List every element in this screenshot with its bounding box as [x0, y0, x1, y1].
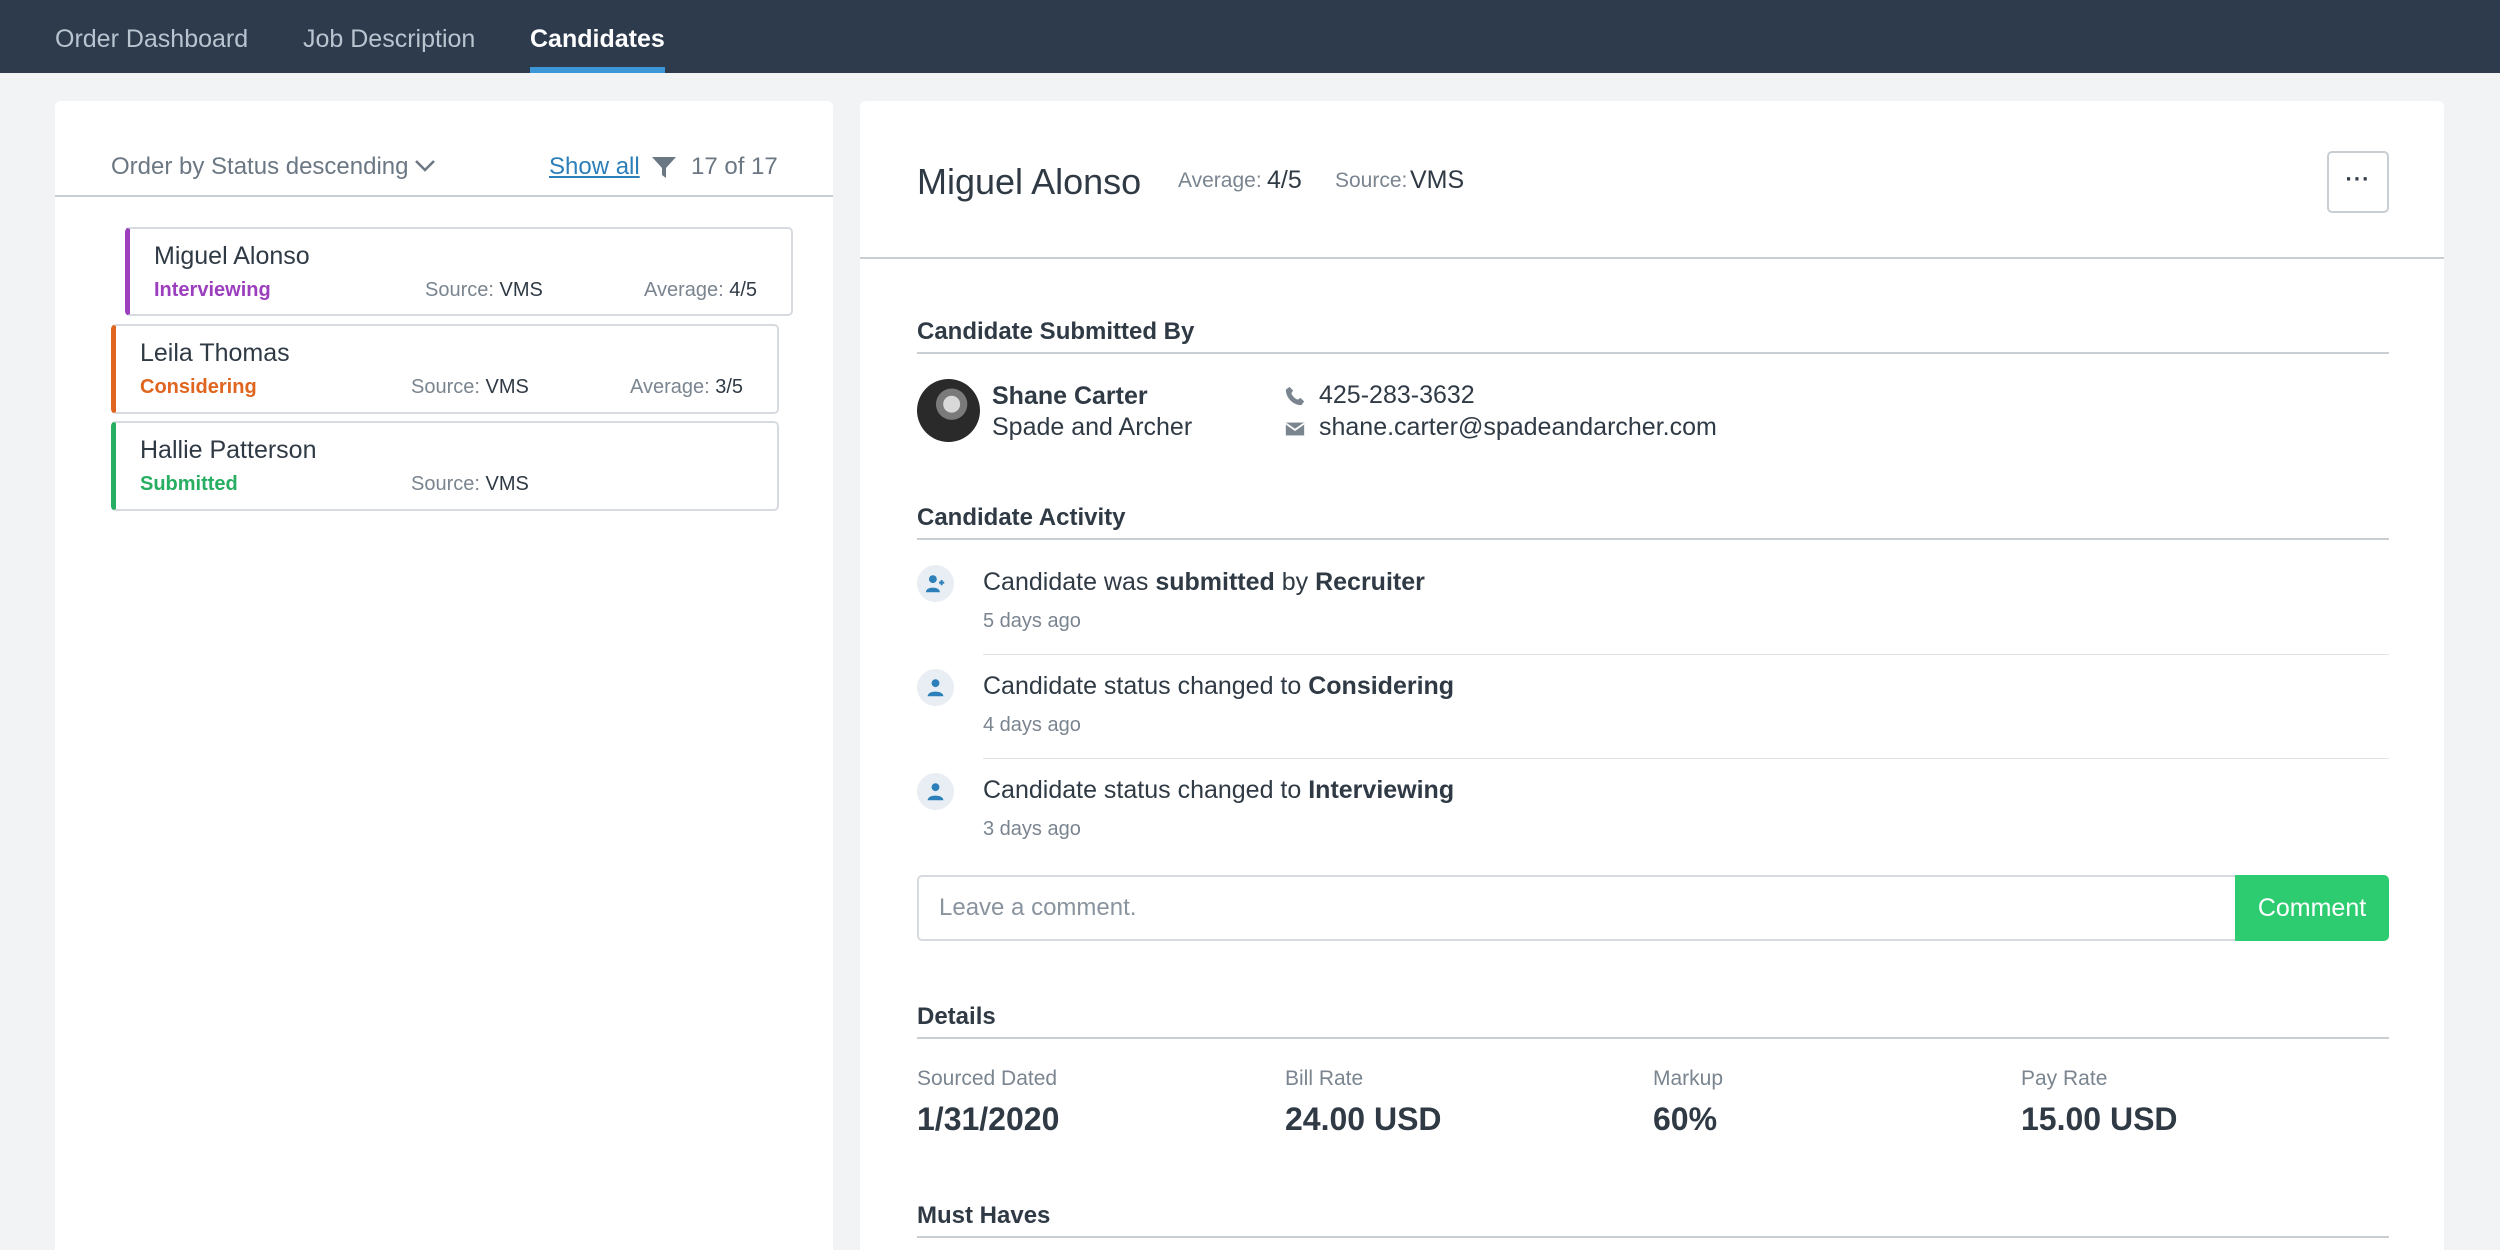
- detail-value-sourced-dated: 1/31/2020: [917, 1101, 1060, 1137]
- comment-button[interactable]: Comment: [2235, 875, 2389, 941]
- submitter-name: Shane Carter: [992, 382, 1148, 410]
- phone-icon: [1285, 386, 1305, 406]
- chevron-down-icon[interactable]: [413, 153, 437, 177]
- tab-order-dashboard[interactable]: Order Dashboard: [55, 0, 248, 73]
- detail-value-pay-rate: 15.00 USD: [2021, 1101, 2178, 1137]
- candidate-name: Hallie Patterson: [140, 436, 317, 464]
- details-title: Details: [917, 1003, 2389, 1039]
- detail-value-bill-rate: 24.00 USD: [1285, 1101, 1442, 1137]
- more-icon: ···: [2345, 166, 2371, 192]
- source-label: Source:: [1335, 169, 1408, 192]
- activity-text: Candidate status changed to Interviewing: [983, 776, 1455, 804]
- submitter-company: Spade and Archer: [992, 413, 1193, 441]
- activity-text: Candidate was submitted by Recruiter: [983, 568, 1425, 596]
- candidate-status: Submitted: [140, 473, 238, 495]
- more-options-button[interactable]: ···: [2327, 151, 2389, 213]
- envelope-icon: [1285, 422, 1305, 436]
- must-haves-title: Must Haves: [917, 1202, 2389, 1238]
- tab-candidates[interactable]: Candidates: [530, 0, 665, 73]
- candidate-name: Miguel Alonso: [154, 242, 310, 270]
- average-value: 4/5: [1267, 166, 1302, 194]
- candidate-card-miguel-alonso[interactable]: Miguel Alonso Interviewing Source: VMS A…: [125, 227, 793, 316]
- detail-value-markup: 60%: [1653, 1101, 1718, 1137]
- activity-time: 3 days ago: [983, 818, 1081, 840]
- activity-time: 5 days ago: [983, 610, 1081, 632]
- user-icon: [917, 669, 954, 706]
- detail-label-pay-rate: Pay Rate: [2021, 1067, 2108, 1090]
- show-all-link[interactable]: Show all: [549, 153, 640, 181]
- candidate-card-leila-thomas[interactable]: Leila Thomas Considering Source: VMS Ave…: [111, 324, 779, 414]
- source-value: VMS: [1410, 166, 1465, 194]
- candidate-list-panel: Order by Status descending Show all 17 o…: [55, 101, 833, 1250]
- avatar: [917, 379, 980, 442]
- candidate-average: Average: 3/5: [630, 376, 744, 398]
- activity-title: Candidate Activity: [917, 504, 2389, 540]
- candidate-source: Source: VMS: [411, 473, 529, 495]
- candidate-card-hallie-patterson[interactable]: Hallie Patterson Submitted Source: VMS: [111, 421, 779, 511]
- result-count: 17 of 17: [691, 153, 778, 180]
- detail-label-markup: Markup: [1653, 1067, 1724, 1090]
- order-by-dropdown[interactable]: Order by Status descending: [111, 153, 409, 181]
- user-plus-icon: [917, 565, 954, 602]
- top-nav: Order Dashboard Job Description Candidat…: [0, 0, 2500, 73]
- submitter-email[interactable]: shane.carter@spadeandarcher.com: [1319, 413, 1717, 442]
- comment-input[interactable]: [917, 875, 2237, 941]
- candidate-name: Leila Thomas: [140, 339, 290, 367]
- activity-time: 4 days ago: [983, 714, 1081, 736]
- tab-job-description[interactable]: Job Description: [303, 0, 475, 73]
- submitter-phone[interactable]: 425-283-3632: [1319, 381, 1475, 410]
- candidate-source: Source: VMS: [411, 376, 529, 398]
- divider: [983, 654, 2389, 655]
- candidate-status: Considering: [140, 376, 257, 398]
- activity-text: Candidate status changed to Considering: [983, 672, 1455, 700]
- detail-header: Miguel Alonso Average: 4/5 Source: VMS ·…: [860, 101, 2444, 259]
- submitted-by-title: Candidate Submitted By: [917, 318, 2389, 354]
- user-icon: [917, 773, 954, 810]
- list-header: Order by Status descending Show all 17 o…: [55, 101, 833, 197]
- average-label: Average:: [1178, 169, 1262, 192]
- candidate-source: Source: VMS: [425, 279, 543, 301]
- detail-label-bill-rate: Bill Rate: [1285, 1067, 1364, 1090]
- candidate-detail-panel: Miguel Alonso Average: 4/5 Source: VMS ·…: [860, 101, 2444, 1250]
- divider: [983, 758, 2389, 759]
- candidate-name-heading: Miguel Alonso: [917, 161, 1142, 202]
- candidate-average: Average: 4/5: [644, 279, 758, 301]
- detail-label-sourced-dated: Sourced Dated: [917, 1067, 1058, 1090]
- filter-icon[interactable]: [651, 156, 677, 180]
- candidate-status: Interviewing: [154, 279, 271, 301]
